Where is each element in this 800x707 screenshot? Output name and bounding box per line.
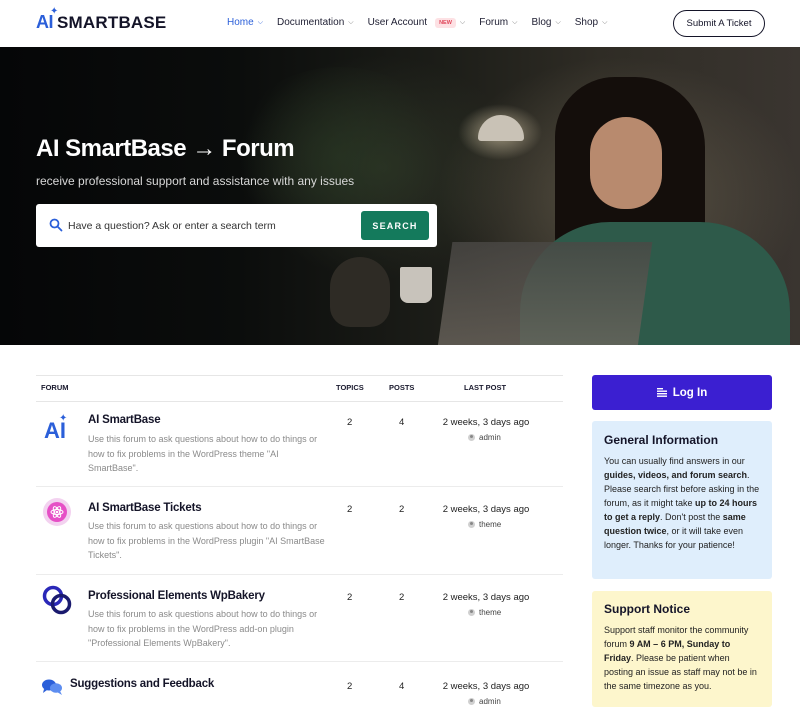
svg-text:✦: ✦	[59, 413, 67, 424]
avatar	[468, 521, 475, 528]
general-information-box: General Information You can usually find…	[592, 421, 772, 579]
author-name: admin	[479, 433, 501, 442]
nav-forum-label: Forum	[479, 17, 509, 28]
col-posts: POSTS	[389, 383, 415, 392]
page-subtitle: receive professional support and assista…	[36, 174, 355, 188]
hero-vase-decoration	[330, 257, 390, 327]
hero-banner: AI SmartBase → Forum receive professiona…	[0, 47, 800, 345]
hero-lamp-decoration	[478, 115, 524, 141]
submit-ticket-button[interactable]: Submit A Ticket	[673, 10, 765, 37]
last-post-link[interactable]: 2 weeks, 3 days ago	[436, 592, 536, 603]
search-button[interactable]: SEARCH	[361, 211, 429, 240]
notice-title: Support Notice	[604, 602, 690, 616]
support-notice-box: Support Notice Support staff monitor the…	[592, 591, 772, 707]
site-logo[interactable]: AI ✦ SMARTBASE	[36, 6, 167, 33]
logo-wordmark: SMARTBASE	[57, 12, 167, 32]
forum-description: Use this forum to ask questions about ho…	[88, 609, 318, 648]
nav-documentation[interactable]: Documentation ⌵	[277, 17, 354, 28]
tickets-icon	[43, 498, 71, 526]
post-count: 2	[399, 504, 405, 515]
forum-description: Use this forum to ask questions about ho…	[88, 434, 318, 473]
site-header: AI ✦ SMARTBASE Home ⌵ Documentation ⌵ User…	[0, 0, 800, 47]
topic-count: 2	[347, 417, 353, 428]
chevron-down-icon: ⌵	[602, 18, 608, 26]
last-post-link[interactable]: 2 weeks, 3 days ago	[436, 504, 536, 515]
forum-table-header: FORUM TOPICS POSTS LAST POST	[36, 375, 563, 402]
last-post-link[interactable]: 2 weeks, 3 days ago	[436, 681, 536, 692]
search-bar: SEARCH	[36, 204, 437, 247]
forum-description: Use this forum to ask questions about ho…	[88, 521, 325, 560]
info-text-bold: guides, videos, and forum search	[604, 470, 748, 480]
nav-user-account-label: User Account	[367, 17, 428, 28]
nav-home-label: Home	[227, 17, 254, 28]
post-count: 4	[399, 417, 405, 428]
author-name: theme	[479, 608, 502, 617]
chevron-down-icon: ⌵	[257, 18, 263, 26]
forum-row: AI ✦ AI SmartBase Use this forum to ask …	[36, 402, 563, 487]
hero-person-face	[590, 117, 662, 209]
linked-rings-icon	[42, 585, 72, 615]
main-nav: Home ⌵ Documentation ⌵ User Account NEW ⌵ F…	[227, 17, 621, 28]
post-count: 2	[399, 592, 405, 603]
search-input[interactable]	[68, 217, 348, 234]
chat-bubbles-icon	[42, 679, 62, 695]
col-forum: FORUM	[41, 383, 69, 392]
forum-row: Suggestions and Feedback 2 4 2 weeks, 3 …	[36, 662, 563, 707]
info-text-part: You can usually find answers in our	[604, 456, 745, 466]
author-name: admin	[479, 697, 501, 706]
chevron-down-icon: ⌵	[512, 18, 518, 26]
forum-title-link[interactable]: Suggestions and Feedback	[70, 678, 214, 690]
nav-forum[interactable]: Forum ⌵	[479, 17, 517, 28]
col-last-post: LAST POST	[464, 383, 507, 392]
chevron-down-icon: ⌵	[348, 18, 354, 26]
chevron-down-icon: ⌵	[555, 18, 561, 26]
forum-title-link[interactable]: Professional Elements WpBakery	[88, 590, 265, 602]
page-title: AI SmartBase → Forum	[36, 135, 295, 162]
sparkle-icon: ✦	[50, 6, 59, 17]
topic-count: 2	[347, 592, 353, 603]
nav-blog[interactable]: Blog ⌵	[531, 17, 560, 28]
topic-count: 2	[347, 504, 353, 515]
forum-title-link[interactable]: AI SmartBase Tickets	[88, 502, 202, 514]
info-text-part: . Don't post the	[660, 512, 723, 522]
nav-documentation-label: Documentation	[277, 17, 345, 28]
notice-text: Support staff monitor the community foru…	[604, 623, 760, 693]
post-count: 4	[399, 681, 405, 692]
last-post-link[interactable]: 2 weeks, 3 days ago	[436, 417, 536, 428]
avatar	[468, 609, 475, 616]
new-badge: NEW	[435, 17, 456, 28]
search-icon	[49, 218, 63, 232]
info-text: You can usually find answers in our guid…	[604, 454, 760, 552]
last-post-author[interactable]: theme	[468, 520, 501, 529]
last-post-author[interactable]: theme	[468, 608, 501, 617]
info-title: General Information	[604, 433, 719, 447]
nav-shop-label: Shop	[574, 17, 599, 28]
nav-user-account[interactable]: User Account NEW ⌵	[368, 17, 466, 28]
avatar	[468, 434, 475, 441]
forum-row: AI SmartBase Tickets Use this forum to a…	[36, 487, 563, 575]
forum-row: Professional Elements WpBakery Use this …	[36, 575, 563, 662]
login-label: Log In	[672, 386, 708, 399]
topic-count: 2	[347, 681, 353, 692]
last-post-author[interactable]: admin	[468, 697, 501, 706]
nav-home[interactable]: Home ⌵	[227, 17, 263, 28]
col-topics: TOPICS	[336, 383, 364, 392]
nav-shop[interactable]: Shop ⌵	[575, 17, 608, 28]
hero-laptop-decoration	[437, 242, 653, 345]
hero-cup-decoration	[400, 267, 432, 303]
nav-blog-label: Blog	[531, 17, 552, 28]
last-post-author[interactable]: admin	[468, 433, 501, 442]
ai-logo-icon: AI ✦	[44, 413, 67, 441]
login-button[interactable]: Log In	[592, 375, 772, 410]
menu-lines-icon	[656, 388, 667, 397]
avatar	[468, 698, 475, 705]
chevron-down-icon: ⌵	[459, 18, 466, 26]
author-name: theme	[479, 520, 502, 529]
forum-title-link[interactable]: AI SmartBase	[88, 414, 161, 426]
